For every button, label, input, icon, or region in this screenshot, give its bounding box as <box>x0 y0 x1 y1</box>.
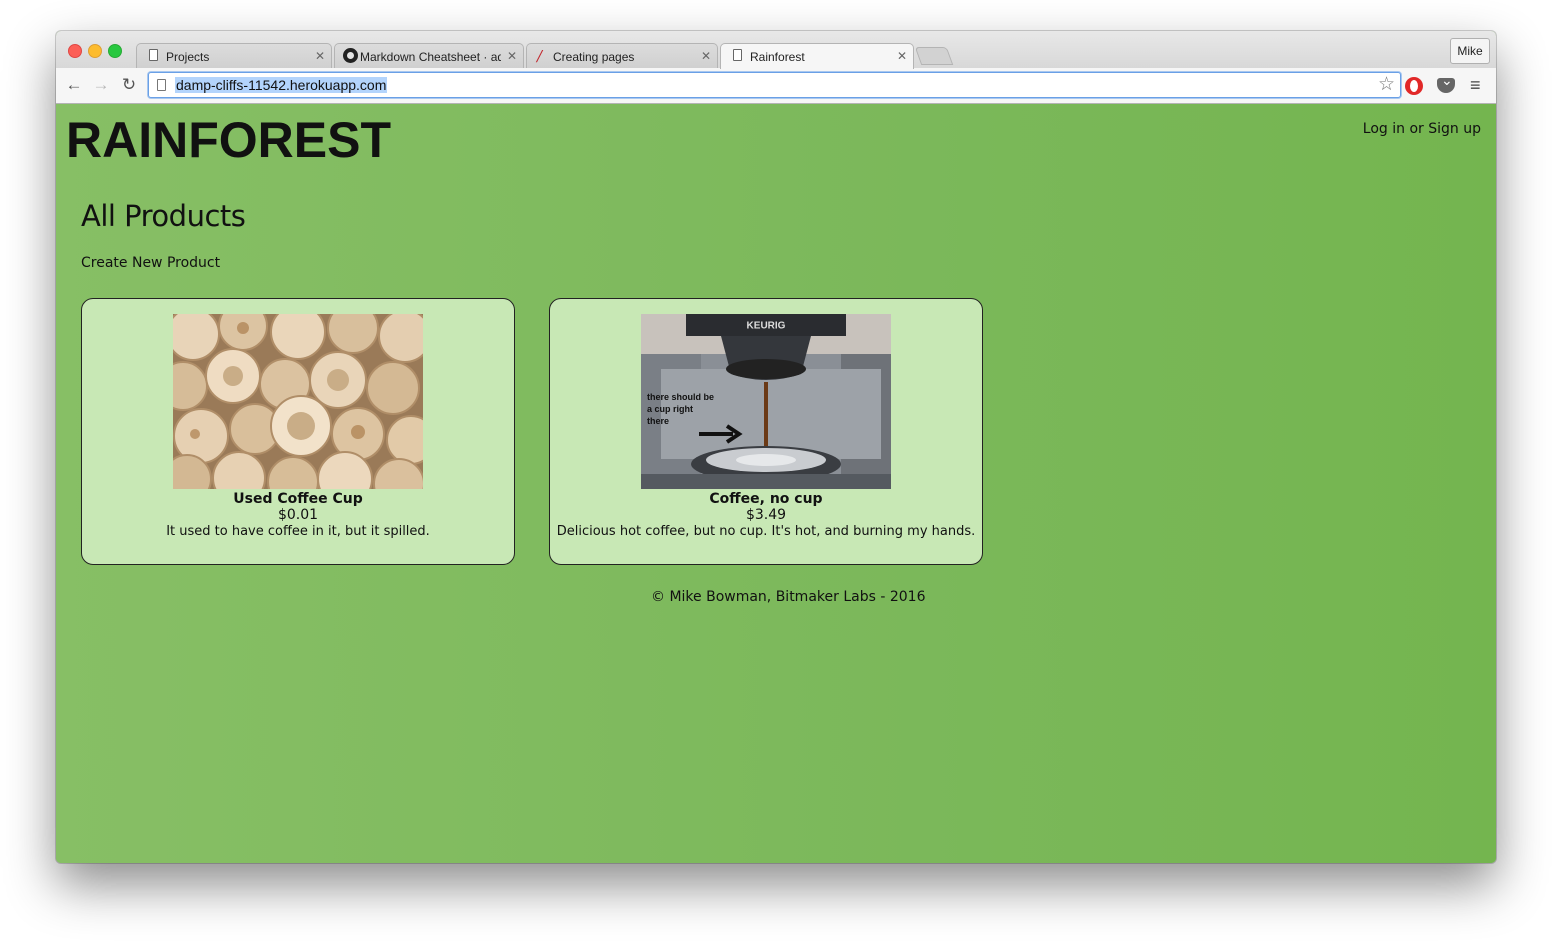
bookmark-star-icon[interactable]: ☆ <box>1378 74 1395 96</box>
hamburger-menu-icon[interactable]: ≡ <box>1470 74 1481 96</box>
forward-arrow-icon[interactable]: → <box>91 74 111 96</box>
tab-markdown-cheatsheet[interactable]: Markdown Cheatsheet · adam-p/markdown-he… <box>334 43 524 68</box>
slash-icon: / <box>537 47 543 65</box>
url-text[interactable]: damp-cliffs-11542.herokuapp.com <box>175 77 388 93</box>
profile-button[interactable]: Mike <box>1450 38 1490 64</box>
address-bar[interactable]: damp-cliffs-11542.herokuapp.com ☆ <box>148 72 1401 98</box>
signup-link[interactable]: Sign up <box>1428 121 1481 137</box>
pocket-extension-icon[interactable] <box>1437 73 1455 93</box>
copyright-text: © Mike Bowman, Bitmaker Labs - 2016 <box>651 589 926 605</box>
product-image-coffee-machine[interactable]: KEURIG there should be a cup right there <box>641 314 891 489</box>
browser-window: Projects ✕ Markdown Cheatsheet · adam-p/… <box>56 31 1496 863</box>
auth-links: Log in or Sign up <box>1363 121 1481 137</box>
svg-text:a cup right: a cup right <box>647 404 693 414</box>
tab-strip: Projects ✕ Markdown Cheatsheet · adam-p/… <box>56 31 1496 69</box>
back-arrow-icon[interactable]: ← <box>64 74 84 96</box>
reload-icon[interactable]: ↻ <box>119 74 139 96</box>
image-caption-text: there should be <box>647 392 714 402</box>
product-card[interactable]: Used Coffee Cup $0.01 It used to have co… <box>81 298 515 565</box>
product-name[interactable]: Coffee, no cup <box>550 491 982 507</box>
tab-title: Rainforest <box>750 50 805 64</box>
opera-extension-icon[interactable] <box>1405 77 1423 95</box>
document-icon <box>733 49 742 61</box>
zoom-window-button[interactable] <box>108 44 122 58</box>
close-icon[interactable]: ✕ <box>701 49 711 63</box>
close-icon[interactable]: ✕ <box>507 49 517 63</box>
product-description: Delicious hot coffee, but no cup. It's h… <box>556 524 976 539</box>
product-price: $0.01 <box>277 507 319 523</box>
page-title: All Products <box>81 199 246 233</box>
tab-creating-pages[interactable]: / Creating pages ✕ <box>526 43 718 68</box>
page-icon <box>157 79 166 91</box>
product-name[interactable]: Used Coffee Cup <box>82 491 514 507</box>
tab-title: Projects <box>166 50 210 64</box>
auth-separator: or <box>1409 121 1424 137</box>
product-card[interactable]: KEURIG there should be a cup right there… <box>549 298 983 565</box>
close-icon[interactable]: ✕ <box>897 49 907 63</box>
login-link[interactable]: Log in <box>1363 121 1405 137</box>
svg-text:there: there <box>647 416 669 426</box>
product-description: It used to have coffee in it, but it spi… <box>166 524 430 539</box>
close-icon[interactable]: ✕ <box>315 49 325 63</box>
tab-rainforest[interactable]: Rainforest ✕ <box>720 43 914 69</box>
product-price: $3.49 <box>745 507 787 523</box>
keurig-brand-text: KEURIG <box>747 320 786 331</box>
tab-title: Markdown Cheatsheet · adam-p/markdown-he… <box>360 50 501 64</box>
new-tab-button[interactable] <box>914 47 954 65</box>
close-window-button[interactable] <box>68 44 82 58</box>
browser-toolbar: ← → ↻ damp-cliffs-11542.herokuapp.com ☆ … <box>56 68 1496 104</box>
site-logo[interactable]: RAINFOREST <box>66 110 391 170</box>
tab-title: Creating pages <box>553 50 635 64</box>
page-content: RAINFOREST Log in or Sign up All Product… <box>56 104 1496 863</box>
product-image-used-cups[interactable] <box>173 314 423 489</box>
github-icon <box>343 48 358 63</box>
minimize-window-button[interactable] <box>88 44 102 58</box>
document-icon <box>149 49 158 61</box>
tab-projects[interactable]: Projects ✕ <box>136 43 332 68</box>
create-product-link[interactable]: Create New Product <box>81 255 220 271</box>
